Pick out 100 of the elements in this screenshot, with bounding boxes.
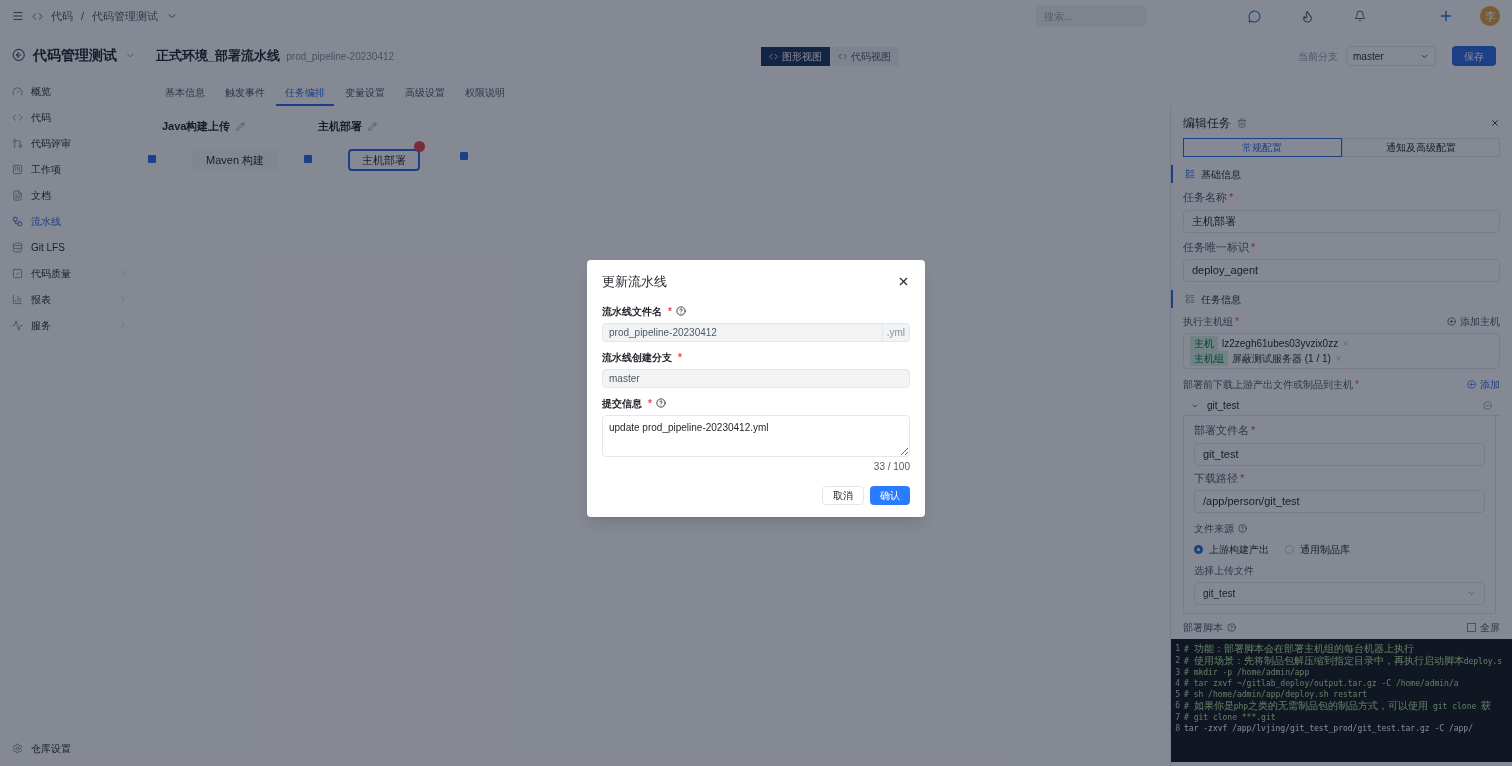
code-line: # git clone ***.git — [1184, 712, 1276, 723]
input-field[interactable]: 主机部署 — [1183, 209, 1500, 233]
checkbox[interactable] — [1467, 623, 1476, 632]
config-tab[interactable]: 通知及高级配置 — [1341, 138, 1500, 157]
sidebar-item[interactable]: 文档 — [12, 182, 136, 208]
sidebar-item[interactable]: 概览 — [12, 78, 136, 104]
required-mark: * — [668, 304, 672, 319]
field-label: 选择上传文件 — [1194, 564, 1255, 578]
add-button[interactable] — [148, 154, 156, 163]
radio-label: 上游构建产出 — [1209, 543, 1269, 557]
remove-icon[interactable] — [1342, 340, 1350, 347]
confirm-button[interactable]: 确认 — [870, 485, 910, 505]
sidebar-item[interactable]: 代码评审 — [12, 130, 136, 156]
field-label: 部署脚本 — [1183, 621, 1223, 635]
line-number: 3 — [1174, 667, 1181, 678]
pipeline-title: 正式环境_部署流水线 — [156, 47, 281, 66]
code-line: # 如果你是php之类的无需制品包的制品方式，可以使用 git clone 获 — [1184, 700, 1492, 712]
section-heading: 任务信息 — [1201, 292, 1241, 307]
code-line: # 使用场景：先将制品包解压缩到指定目录中，再执行启动脚本deploy.s — [1184, 655, 1503, 667]
line-number: 6 — [1174, 700, 1181, 711]
code-line: # sh /home/admin/app/deploy.sh restart — [1184, 689, 1368, 700]
edit-icon[interactable] — [368, 121, 377, 131]
plus-icon[interactable] — [1438, 8, 1454, 24]
pipeline-file-name: prod_pipeline-20230412 — [286, 49, 395, 64]
character-count: 33 / 100 — [873, 459, 910, 474]
minus-circle-icon[interactable] — [1483, 401, 1492, 410]
job-node[interactable]: 主机部署 — [348, 148, 420, 171]
chat-icon[interactable] — [1248, 9, 1261, 23]
sidebar-item[interactable]: Git LFS — [12, 234, 136, 260]
cancel-button[interactable]: 取消 — [822, 485, 864, 505]
host-tag-text: lz2zegh61ubes03yvzix0zz — [1222, 337, 1339, 351]
sidebar-item[interactable]: 代码 — [12, 104, 136, 130]
edit-icon[interactable] — [236, 121, 246, 131]
tab[interactable]: 基本信息 — [156, 80, 214, 106]
stage-title: Java构建上传 — [162, 119, 231, 134]
document-icon — [12, 189, 23, 201]
line-number: 8 — [1174, 723, 1181, 734]
menu-icon[interactable] — [12, 10, 24, 22]
add-host-link[interactable]: 添加主机 — [1447, 314, 1500, 329]
tab[interactable]: 权限说明 — [456, 80, 514, 106]
sidebar-item[interactable]: 服务 — [12, 312, 136, 338]
remove-icon[interactable] — [1334, 355, 1342, 362]
input-field[interactable]: deploy_agent — [1183, 259, 1500, 282]
gauge-icon — [12, 85, 23, 97]
breadcrumb-separator: / — [81, 8, 85, 24]
help-icon[interactable] — [1227, 623, 1236, 632]
breadcrumb-link[interactable]: 代码 — [51, 7, 73, 25]
required-mark: * — [678, 350, 682, 365]
save-button[interactable]: 保存 — [1452, 46, 1496, 66]
code-icon — [32, 10, 43, 22]
pulse-icon — [12, 319, 23, 331]
branch-field[interactable]: master — [602, 368, 910, 388]
flame-icon[interactable] — [1301, 9, 1314, 23]
radio-button[interactable] — [1194, 545, 1203, 554]
input-field[interactable]: /app/person/git_test — [1194, 490, 1485, 513]
branch-select[interactable]: master — [1346, 46, 1436, 66]
line-number: 2 — [1174, 655, 1181, 666]
breadcrumb-link[interactable]: 代码管理测试 — [92, 7, 159, 25]
job-node[interactable]: Maven 构建 — [192, 148, 279, 171]
help-icon[interactable] — [1238, 524, 1247, 533]
error-badge — [414, 140, 425, 152]
caret-icon — [1467, 589, 1476, 598]
input-field[interactable]: git_test — [1194, 442, 1485, 466]
bell-icon[interactable] — [1354, 10, 1366, 22]
suffix-label: .yml — [881, 323, 909, 341]
view-toggle[interactable]: 代码视图 — [830, 46, 899, 66]
add-button[interactable] — [304, 154, 312, 163]
commit-message-field[interactable]: update prod_pipeline-20230412.yml — [602, 414, 910, 457]
file-select[interactable]: git_test — [1194, 582, 1485, 605]
trash-icon[interactable] — [1237, 118, 1247, 128]
tab[interactable]: 变量设置 — [336, 80, 394, 106]
code-line: tar -zxvf /app/lvjing/git_test_prod/git_test.tar.gz -C /app/ — [1184, 723, 1473, 734]
config-tab[interactable]: 常规配置 — [1183, 138, 1342, 157]
code-editor[interactable] — [1171, 639, 1512, 762]
help-icon[interactable] — [675, 306, 686, 316]
line-number: 1 — [1174, 643, 1181, 654]
sidebar-item[interactable]: 仓库设置 — [12, 734, 136, 762]
view-toggle[interactable]: 图形视图 — [761, 46, 830, 66]
sidebar-item[interactable]: 工作项 — [12, 156, 136, 182]
workflow-icon — [12, 215, 23, 227]
tab[interactable]: 任务编排 — [276, 80, 334, 106]
back-icon[interactable] — [12, 48, 26, 62]
required-mark: * — [1355, 378, 1359, 392]
kanban-icon — [12, 163, 23, 175]
sidebar-item[interactable]: 流水线 — [12, 208, 136, 234]
tab[interactable]: 触发事件 — [216, 80, 274, 106]
sidebar-item[interactable]: 报表 — [12, 286, 136, 312]
pull-request-icon — [12, 137, 23, 149]
host-select[interactable]: 主机 lz2zegh61ubes03yvzix0zz 主机组 屏蔽测试服务器 (1 / 1) — [1183, 333, 1500, 369]
repo-title: 代码管理测试 — [33, 45, 118, 65]
add-link[interactable]: 添加 — [1467, 377, 1500, 392]
tab[interactable]: 高级设置 — [396, 80, 454, 106]
check-square-icon — [12, 267, 23, 279]
plus-circle-icon — [1447, 317, 1456, 326]
line-number: 4 — [1174, 678, 1181, 689]
file-name-field[interactable]: prod_pipeline-20230412 .yml — [602, 322, 910, 342]
sidebar-item[interactable]: 代码质量 — [12, 260, 136, 286]
dialog-title: 更新流水线 — [602, 273, 668, 291]
required-mark: * — [648, 396, 652, 411]
help-icon[interactable] — [655, 398, 666, 408]
